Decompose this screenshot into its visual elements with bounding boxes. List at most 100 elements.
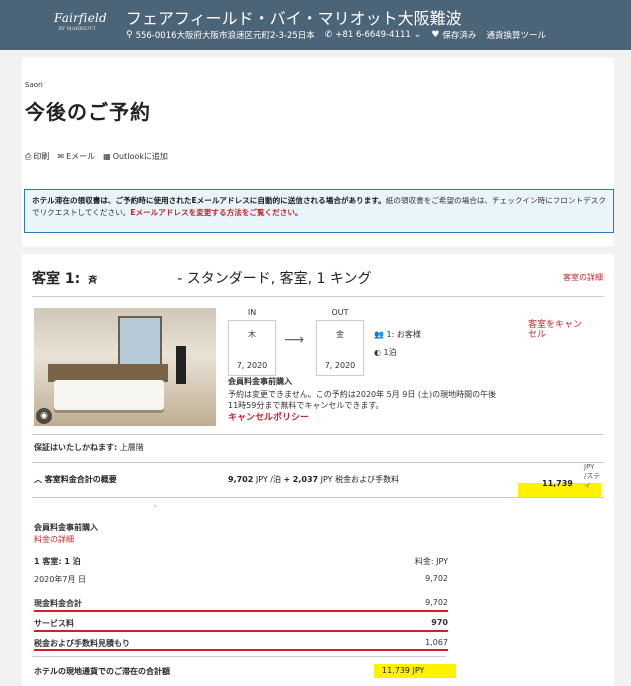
fee-value: 2,037 — [292, 475, 319, 484]
user-name: Saori — [25, 81, 43, 89]
currency-converter-label: 通貨換算ツール — [486, 31, 546, 41]
phone-item[interactable]: ✆ +81 6-6649-4111 ⌄ — [325, 30, 422, 40]
grand-total-value: 11,739 JPY — [382, 666, 425, 675]
print-label: 印刷 — [33, 152, 50, 161]
summary-currency-code: JPY — [584, 463, 595, 471]
hotel-header: Fairfield BY MARRIOTT フェアフィールド・バイ・マリオット大… — [0, 0, 631, 50]
outlook-button[interactable]: ▦ Outlookに追加 — [103, 151, 168, 162]
cancel-room-button[interactable]: 客室をキャンセル — [528, 320, 588, 340]
room-photo[interactable]: ◉ — [34, 308, 216, 426]
grand-total-label: ホテルの現地通貨でのご滞在の合計額 — [34, 667, 170, 676]
logo-subtext: BY MARRIOTT — [58, 26, 96, 32]
action-bar: ⎙ 印刷 ✉ Eメール ▦ Outlookに追加 — [25, 151, 168, 162]
guests-icon: 👥 — [374, 330, 384, 339]
summary-breakdown: 9,702 JPY /泊 + 2,037 JPY 税金および手数料 — [228, 475, 400, 484]
outlook-label: Outlookに追加 — [112, 152, 168, 161]
address-item[interactable]: ⚲ 556-0016大阪府大阪市浪速区元町2-3-25日本 — [126, 29, 315, 41]
checkout-box: OUT 金 7, 2020 — [316, 308, 364, 376]
camera-icon[interactable]: ◉ — [36, 408, 52, 424]
rate-description: 予約は変更できません。この予約は2020年 5月 9日 (土)の現地時間の午後1… — [228, 390, 497, 410]
summary-toggle[interactable]: ︿ 客室料金合計の概要 — [34, 474, 117, 485]
hotel-info-bar: ⚲ 556-0016大阪府大阪市浪速区元町2-3-25日本 ✆ +81 6-6649… — [126, 29, 546, 41]
fairfield-logo[interactable]: Fairfield BY MARRIOTT — [54, 11, 107, 32]
date-value: 9,702 — [425, 574, 448, 583]
per-night-value: 9,702 — [228, 475, 254, 484]
checkout-weekday: 金 — [336, 330, 344, 339]
room-label: 客室 1: — [32, 271, 81, 287]
room-type: - スタンダード, 客室, 1 キング — [177, 271, 372, 287]
receipt-notice: ホテル滞在の領収書は、ご予約時に使用されたEメールアドレスに自動的に送信される場… — [24, 189, 614, 233]
tax-label: 税金および手数料見積もり — [34, 639, 130, 648]
page-title: 今後のご予約 — [25, 100, 151, 124]
summary-per-stay: /ステイ — [584, 472, 601, 490]
guarantee-label: 保証はいたしかねます: — [34, 443, 118, 452]
change-email-link[interactable]: Eメールアドレスを変更する方法をご覧ください。 — [130, 208, 302, 217]
breakdown-rate-title: 会員料金事前購入 — [34, 523, 98, 532]
dot: · — [154, 502, 157, 511]
saved-label: 保存済み — [442, 31, 477, 41]
price-summary-row[interactable]: ︿ 客室料金合計の概要 9,702 JPY /泊 + 2,037 JPY 税金お… — [32, 462, 604, 498]
envelope-icon: ✉ — [57, 152, 65, 161]
checkin-box: IN 木 7, 2020 — [228, 308, 276, 376]
tax-value: 1,067 — [425, 638, 448, 647]
service-label: サービス料 — [34, 619, 74, 628]
cancel-policy-link[interactable]: キャンセルポリシー — [228, 413, 498, 424]
checkout-label: OUT — [331, 308, 349, 317]
calendar-icon: ▦ — [103, 152, 111, 161]
email-label: Eメール — [66, 152, 96, 161]
phone-icon: ✆ — [324, 30, 333, 40]
cash-total-value: 9,702 — [425, 598, 448, 607]
notice-bold: ホテル滞在の領収書は、ご予約時に使用されたEメールアドレスに自動的に送信される場… — [32, 196, 386, 205]
chevron-up-icon: ︿ — [34, 475, 42, 484]
heart-icon: ♥ — [431, 30, 440, 40]
red-underline — [34, 649, 448, 651]
moon-icon: ◐ — [374, 348, 381, 357]
room-panel: 客室 1: 斉 - スタンダード, 客室, 1 キング 客室の詳細 ◉ IN 木… — [22, 254, 614, 686]
divider — [32, 296, 604, 297]
cash-total-label: 現金料金合計 — [34, 599, 82, 608]
nights-count: 1泊 — [383, 348, 397, 357]
phone-text: +81 6-6649-4111 — [335, 30, 411, 40]
guests-count: 1: お客様 — [386, 330, 421, 339]
date-label: 2020年7月 日 — [34, 575, 86, 584]
rate-info: 会員料金事前購入 予約は変更できません。この予約は2020年 5月 9日 (土)… — [228, 376, 498, 424]
guarantee-value: 上層階 — [119, 443, 144, 452]
fee-unit: JPY 税金および手数料 — [320, 475, 400, 484]
room-heading: 客室 1: 斉 - スタンダード, 客室, 1 キング — [32, 268, 371, 288]
rate-name: 会員料金事前購入 — [228, 377, 292, 386]
rate-detail-link[interactable]: 料金の詳細 — [34, 534, 74, 545]
bed — [54, 380, 164, 410]
tv — [176, 346, 186, 384]
checkin-label: IN — [247, 308, 257, 317]
red-underline — [34, 630, 448, 632]
room-night-label: 1 客室: 1 泊 — [34, 557, 81, 566]
summary-total: 11,739 — [542, 479, 573, 488]
chevron-down-icon: ⌄ — [413, 30, 422, 40]
logo-text: Fairfield — [54, 11, 107, 25]
saved-button[interactable]: ♥ 保存済み — [431, 29, 476, 41]
hotel-name[interactable]: フェアフィールド・バイ・マリオット大阪難波 — [126, 5, 462, 29]
checkout-date: 7, 2020 — [324, 361, 356, 370]
divider — [32, 434, 604, 435]
arrow-right-icon: ⟶ — [284, 332, 305, 348]
room-details-link[interactable]: 客室の詳細 — [563, 272, 603, 283]
red-underline — [34, 610, 448, 612]
stay-info: 👥 1: お客様 ◐ 1泊 — [374, 326, 421, 362]
summary-label: 客室料金合計の概要 — [44, 475, 117, 484]
location-pin-icon: ⚲ — [126, 30, 133, 40]
print-button[interactable]: ⎙ 印刷 — [25, 151, 49, 162]
guarantee: 保証はいたしかねます: 上層階 — [34, 442, 144, 453]
checkin-weekday: 木 — [248, 330, 256, 339]
summary-currency: JPY/ステイ — [584, 463, 604, 491]
divider — [32, 656, 446, 657]
checkin-date: 7, 2020 — [236, 361, 268, 370]
currency-label: 料金: JPY — [414, 557, 448, 566]
email-button[interactable]: ✉ Eメール — [57, 151, 95, 162]
currency-converter-link[interactable]: 通貨換算ツール — [486, 29, 546, 41]
address-text: 556-0016大阪府大阪市浪速区元町2-3-25日本 — [135, 31, 315, 41]
guest-name: 斉 — [88, 276, 98, 286]
per-night-unit: JPY /泊 — [255, 475, 281, 484]
reservations-panel: Saori 今後のご予約 ⎙ 印刷 ✉ Eメール ▦ Outlookに追加 ホテル滞在… — [22, 58, 614, 246]
service-value: 970 — [431, 618, 448, 627]
printer-icon: ⎙ — [25, 151, 32, 161]
